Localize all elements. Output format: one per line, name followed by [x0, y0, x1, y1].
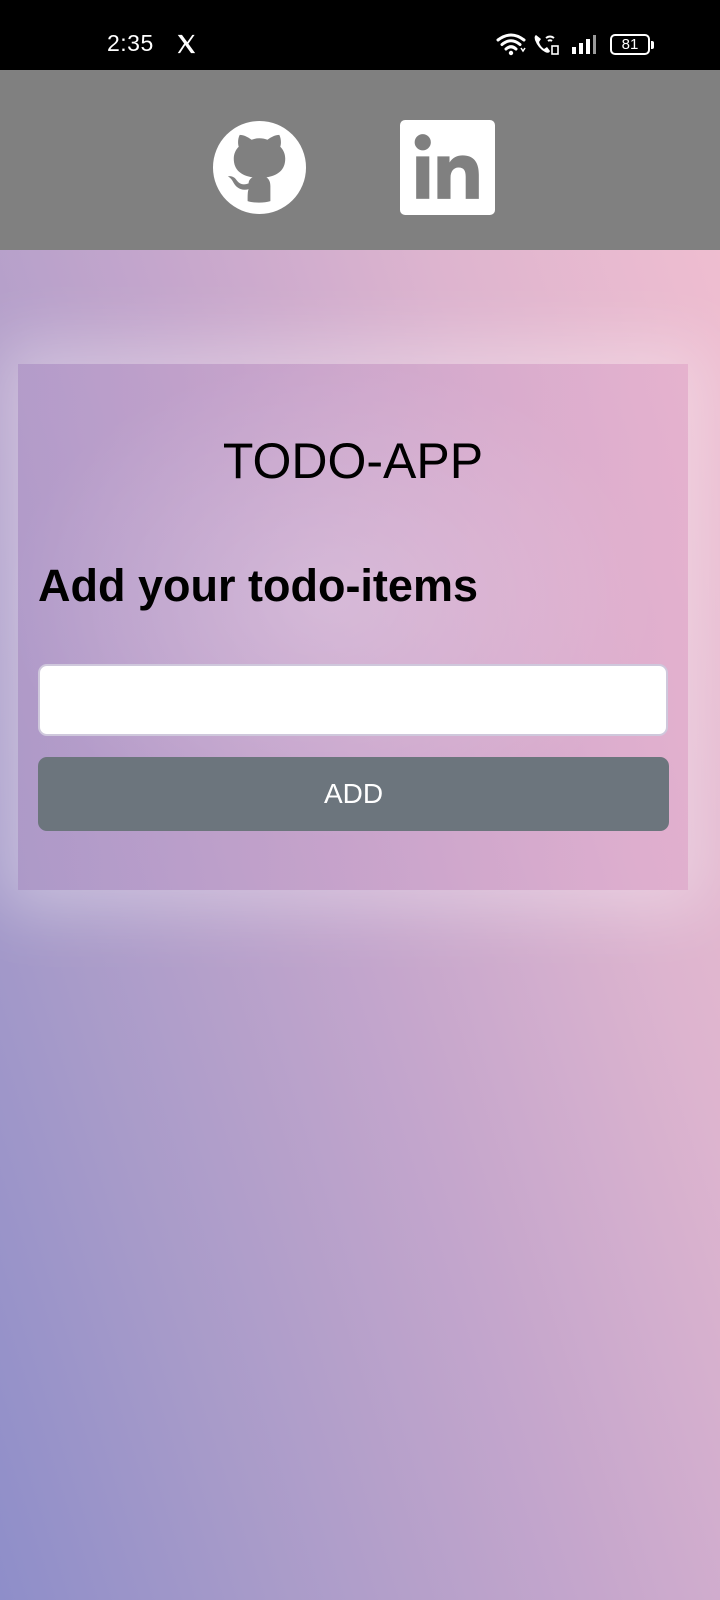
todo-input[interactable]	[38, 664, 668, 736]
wifi-icon	[496, 33, 526, 56]
linkedin-icon	[400, 120, 495, 215]
signal-icon	[572, 35, 596, 54]
github-icon	[212, 120, 307, 215]
status-time: 2:35	[107, 30, 154, 56]
app-screen: 2:35 81 TODO-APP Add your todo-items ADD	[0, 0, 720, 1600]
wifi-call-icon	[534, 35, 559, 55]
header-bar	[0, 70, 720, 250]
battery-icon: 81	[610, 34, 654, 55]
todo-card: TODO-APP Add your todo-items ADD	[18, 364, 688, 890]
linkedin-link[interactable]	[400, 120, 495, 215]
x-logo-icon	[177, 34, 196, 54]
section-subtitle: Add your todo-items	[38, 560, 478, 611]
app-title: TODO-APP	[222, 433, 484, 489]
github-link[interactable]	[212, 120, 307, 215]
status-bar: 2:35 81	[0, 0, 720, 70]
add-button[interactable]: ADD	[38, 757, 669, 831]
